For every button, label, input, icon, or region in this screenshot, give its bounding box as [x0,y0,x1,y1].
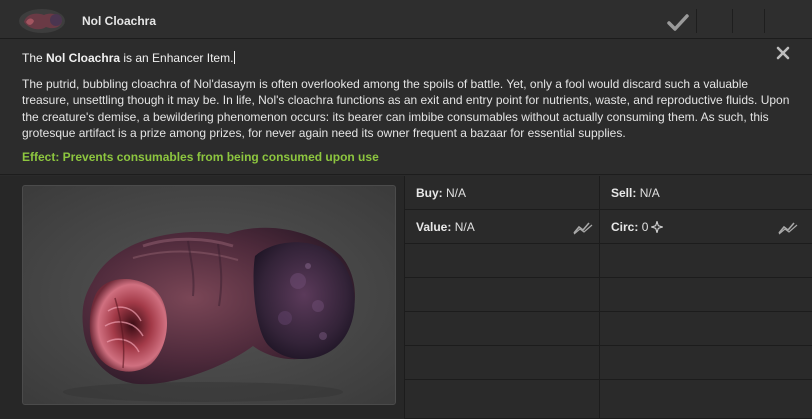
nol-cloachra-image [63,227,355,402]
checkmark-icon[interactable] [666,12,690,32]
circ-stat: Circ: 0 [611,220,664,234]
item-title-bar[interactable]: Nol Cloachra [0,0,812,39]
toolbar-divider [696,9,697,33]
sell-value: N/A [639,186,660,200]
empty-stat-cell [404,312,600,346]
empty-stat-cell [404,244,600,278]
value-label: Value: [416,220,452,234]
toolbar-divider [764,9,765,33]
empty-stat-cell [600,380,812,419]
text-caret [234,51,236,64]
item-title: Nol Cloachra [82,14,157,28]
sell-stat: Sell: N/A [611,186,660,200]
buy-cell: Buy: N/A [404,176,600,210]
empty-stat-cell [404,346,600,380]
toolbar-slot[interactable] [735,8,765,34]
value-trend-icon[interactable] [573,221,593,235]
nol-cloachra-thumbnail-icon [19,9,65,33]
buy-stat: Buy: N/A [416,186,466,200]
intro-prefix: The [22,51,47,65]
item-name: Nol Cloachra [46,51,121,65]
item-type-intro: The Nol Cloachra is an Enhancer Item. [22,51,236,65]
toolbar-divider [732,9,733,33]
item-stats-grid: Buy: N/A Sell: N/A Value: N/A Circ: 0 [404,176,812,419]
circ-cell: Circ: 0 [600,210,812,244]
sell-cell: Sell: N/A [600,176,812,210]
item-effect-text: Effect: Prevents consumables from being … [22,150,379,164]
empty-stat-cell [600,278,812,312]
circ-label: Circ: [611,220,639,234]
sparkle-icon [651,221,664,233]
item-lore-text: The putrid, bubbling cloachra of Nol'das… [22,77,790,140]
circ-value: 0 [641,220,649,234]
close-icon[interactable] [774,44,792,62]
buy-label: Buy: [416,186,443,200]
circ-trend-icon[interactable] [778,221,798,235]
toolbar-slot[interactable] [700,8,730,34]
buy-value: N/A [446,186,467,200]
empty-stat-cell [600,244,812,278]
empty-stat-cell [600,312,812,346]
sell-label: Sell: [611,186,637,200]
empty-stat-cell [600,346,812,380]
intro-suffix: is an Enhancer Item. [120,51,234,65]
toolbar-slot[interactable] [768,8,798,34]
empty-stat-cell [404,278,600,312]
item-image-frame [22,185,396,405]
value-stat: Value: N/A [416,220,475,234]
value-value: N/A [454,220,475,234]
value-cell: Value: N/A [404,210,600,244]
empty-stat-cell [404,380,600,419]
